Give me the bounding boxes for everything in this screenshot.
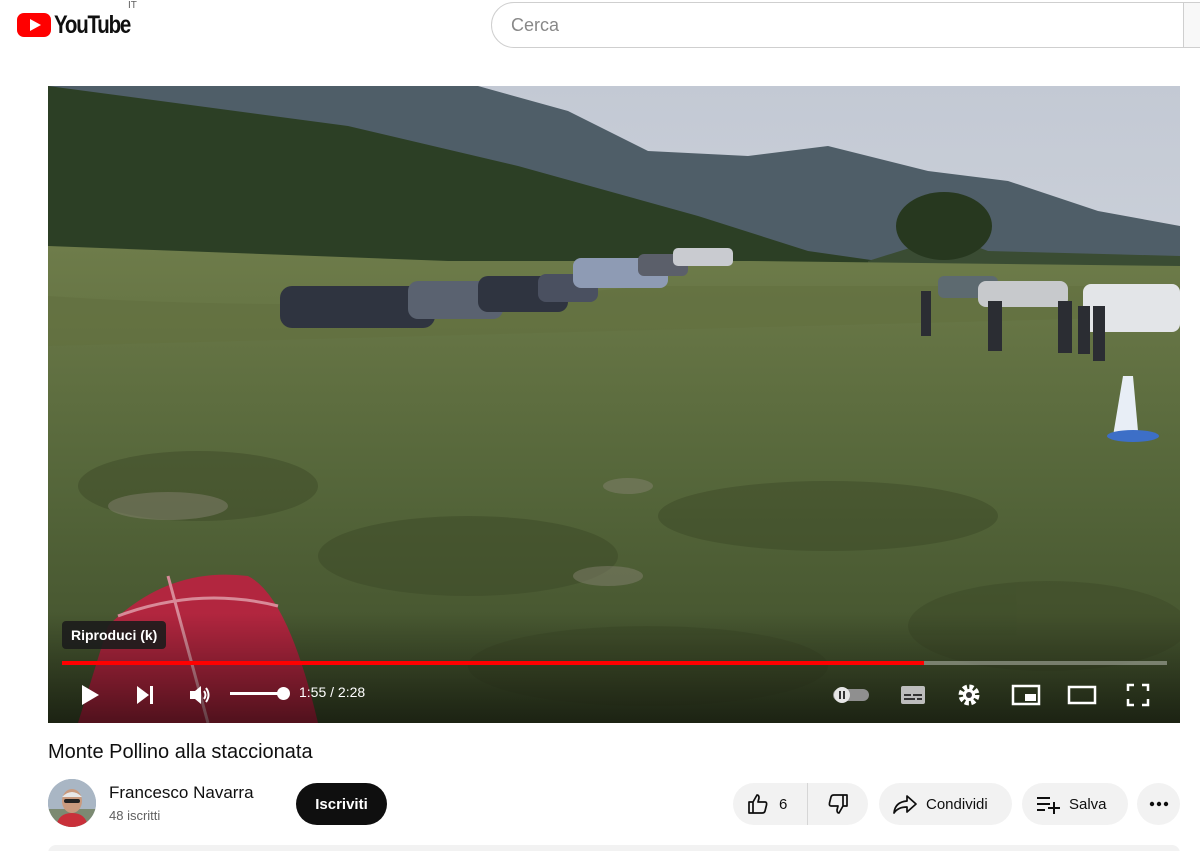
play-icon: [82, 685, 99, 705]
country-code: IT: [128, 0, 137, 11]
subscriber-count: 48 iscritti: [109, 808, 161, 823]
more-horizontal-icon: [1149, 801, 1168, 807]
youtube-play-logo-icon: [17, 13, 51, 37]
thumbs-down-icon: [828, 794, 848, 814]
play-button[interactable]: [76, 680, 104, 710]
theater-mode-button[interactable]: [1066, 680, 1098, 710]
channel-avatar[interactable]: [48, 779, 96, 827]
thumbs-up-icon: [748, 794, 768, 814]
time-total: 2:28: [337, 684, 366, 700]
autoplay-toggle-icon: [833, 687, 869, 703]
channel-name[interactable]: Francesco Navarra: [109, 783, 254, 803]
like-button[interactable]: 6: [733, 783, 808, 825]
save-label: Salva: [1069, 795, 1107, 813]
theater-mode-icon: [1067, 685, 1097, 705]
share-label: Condividi: [926, 795, 988, 813]
play-tooltip: Riproduci (k): [62, 621, 167, 649]
share-arrow-icon: [893, 795, 917, 814]
progress-bar[interactable]: [62, 661, 1167, 665]
youtube-logo[interactable]: YouTube: [17, 10, 147, 40]
fullscreen-icon: [1126, 683, 1150, 707]
like-dislike-group: 6: [733, 783, 868, 825]
settings-gear-icon: [958, 684, 980, 706]
share-button[interactable]: Condividi: [879, 783, 1012, 825]
subtitles-icon: [901, 686, 925, 704]
volume-slider-handle[interactable]: [277, 687, 290, 700]
search-placeholder: Cerca: [511, 14, 560, 35]
mute-button[interactable]: [186, 680, 214, 710]
logo-text: YouTube: [54, 10, 131, 39]
time-separator: /: [326, 684, 338, 700]
like-count: 6: [779, 795, 788, 813]
next-button[interactable]: [132, 680, 158, 710]
autoplay-toggle[interactable]: [831, 680, 871, 710]
miniplayer-icon: [1011, 684, 1041, 706]
progress-bar-played: [62, 661, 924, 665]
description-box-edge[interactable]: [48, 845, 1180, 851]
dislike-button[interactable]: [808, 783, 868, 825]
video-player[interactable]: [48, 86, 1180, 723]
add-to-playlist-icon: [1037, 797, 1060, 814]
volume-icon: [190, 686, 210, 704]
miniplayer-button[interactable]: [1010, 680, 1042, 710]
avatar-photo: [48, 779, 96, 827]
subscribe-button[interactable]: Iscriviti: [296, 783, 387, 825]
fullscreen-button[interactable]: [1124, 680, 1152, 710]
save-button[interactable]: Salva: [1022, 783, 1128, 825]
more-actions-button[interactable]: [1137, 783, 1180, 825]
search-button[interactable]: [1183, 2, 1200, 48]
video-title: Monte Pollino alla staccionata: [48, 741, 313, 763]
time-display: 1:55 / 2:28: [299, 684, 365, 700]
time-current: 1:55: [299, 684, 327, 700]
search-input[interactable]: Cerca: [491, 2, 1191, 48]
subtitles-button[interactable]: [898, 680, 928, 710]
next-icon: [137, 686, 153, 704]
settings-button[interactable]: [954, 680, 984, 710]
